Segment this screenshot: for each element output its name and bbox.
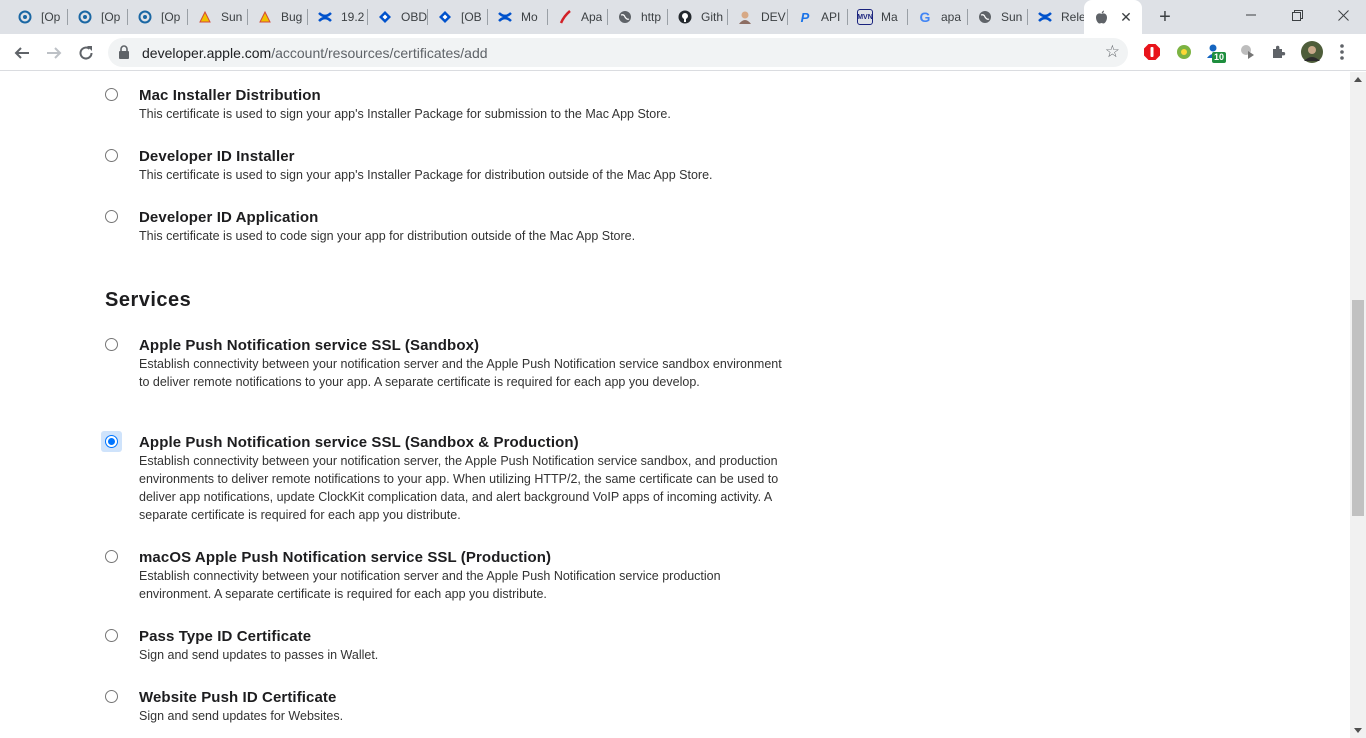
browser-tab[interactable]: Sun xyxy=(968,4,1028,30)
page-scrollbar[interactable] xyxy=(1350,72,1366,738)
option-description: This certificate is used to sign your ap… xyxy=(139,107,671,121)
openproject-icon xyxy=(77,9,93,25)
badge-extension-icon[interactable]: 10 xyxy=(1205,42,1227,63)
certificate-radio[interactable] xyxy=(105,690,118,703)
jenkins-icon xyxy=(197,9,213,25)
forward-arrow-icon[interactable] xyxy=(40,39,68,67)
browser-tab[interactable]: Gapa xyxy=(908,4,968,30)
certificate-radio[interactable] xyxy=(105,210,118,223)
browser-tab[interactable]: [Op xyxy=(128,4,188,30)
browser-tab[interactable]: Mo xyxy=(488,4,548,30)
confluence-icon xyxy=(317,9,333,25)
dev-avatar-icon xyxy=(737,9,753,25)
google-g-icon: G xyxy=(919,9,931,25)
services-heading: Services xyxy=(105,289,192,311)
option-description: This certificate is used to sign your ap… xyxy=(139,168,713,182)
option-title: Apple Push Notification service SSL (San… xyxy=(139,434,579,451)
new-tab-button[interactable]: + xyxy=(1153,6,1177,28)
close-tab-icon[interactable]: ✕ xyxy=(1118,9,1134,25)
browser-tab[interactable]: DEV xyxy=(728,4,788,30)
option-description: Establish connectivity between your noti… xyxy=(139,357,782,389)
browser-tab[interactable]: [Op xyxy=(8,4,68,30)
option-description: Establish connectivity between your noti… xyxy=(139,454,779,522)
option-title: Developer ID Application xyxy=(139,209,319,226)
certificate-radio[interactable] xyxy=(105,338,118,351)
browser-tab[interactable]: Sun xyxy=(188,4,248,30)
scrollbar-thumb[interactable] xyxy=(1352,300,1364,516)
option-description: This certificate is used to code sign yo… xyxy=(139,229,636,243)
postman-p-icon: P xyxy=(800,9,810,25)
option-title: macOS Apple Push Notification service SS… xyxy=(139,549,552,566)
browser-toolbar: developer.apple.com/account/resources/ce… xyxy=(0,34,1366,71)
extension-badge-count: 10 xyxy=(1212,52,1227,63)
apache-feather-icon xyxy=(557,9,573,25)
globe-icon xyxy=(617,9,633,25)
browser-tab[interactable]: [Op xyxy=(68,4,128,30)
globe-icon xyxy=(977,9,993,25)
browser-tab[interactable]: http xyxy=(608,4,668,30)
option-description: Sign and send updates to passes in Walle… xyxy=(139,648,379,662)
confluence-icon xyxy=(497,9,513,25)
browser-tab-strip: [Op [Op [Op Sun Bug 19.2 OBD [OB Mo Apa … xyxy=(0,0,1366,34)
certificate-radio[interactable] xyxy=(105,88,118,101)
option-description: Sign and send updates for Websites. xyxy=(139,709,344,723)
jira-icon xyxy=(437,9,453,25)
browser-tab[interactable]: 19.2 xyxy=(308,4,368,30)
jira-icon xyxy=(377,9,393,25)
option-title: Pass Type ID Certificate xyxy=(139,628,312,645)
browser-tab[interactable]: Gith xyxy=(668,4,728,30)
certificate-radio[interactable] xyxy=(105,550,118,563)
option-title: Website Push ID Certificate xyxy=(139,689,337,706)
close-window-icon[interactable] xyxy=(1320,0,1366,30)
address-bar[interactable]: developer.apple.com/account/resources/ce… xyxy=(108,38,1128,67)
apple-icon xyxy=(1093,9,1109,25)
cast-extension-icon[interactable] xyxy=(1238,42,1258,62)
green-extension-icon[interactable] xyxy=(1174,42,1194,62)
page-content: Mac Installer Distribution This certific… xyxy=(0,72,1350,738)
adblock-extension-icon[interactable] xyxy=(1142,42,1162,62)
back-arrow-icon[interactable] xyxy=(8,39,36,67)
restore-window-icon[interactable] xyxy=(1274,0,1320,30)
browser-tab[interactable]: P API xyxy=(788,4,848,30)
option-description: Establish connectivity between your noti… xyxy=(139,569,721,601)
minimize-window-icon[interactable] xyxy=(1228,0,1274,30)
jenkins-icon xyxy=(257,9,273,25)
browser-tab[interactable]: Rele xyxy=(1028,4,1084,30)
browser-tab[interactable]: MVN Ma xyxy=(848,4,908,30)
openproject-icon xyxy=(17,9,33,25)
certificate-radio[interactable] xyxy=(105,629,118,642)
extensions-puzzle-icon[interactable] xyxy=(1269,42,1289,62)
profile-avatar[interactable] xyxy=(1300,40,1324,64)
github-icon xyxy=(677,9,693,25)
bookmark-star-icon[interactable]: ☆ xyxy=(1105,42,1120,62)
browser-tab-active[interactable]: ✕ xyxy=(1084,0,1142,34)
certificate-radio-checked[interactable] xyxy=(105,435,118,448)
reload-icon[interactable] xyxy=(72,39,100,67)
option-title: Apple Push Notification service SSL (San… xyxy=(139,337,480,354)
option-title: Developer ID Installer xyxy=(139,148,295,165)
browser-tab[interactable]: Apa xyxy=(548,4,608,30)
browser-tab[interactable]: OBD xyxy=(368,4,428,30)
openproject-icon xyxy=(137,9,153,25)
scroll-up-arrow-icon[interactable] xyxy=(1354,77,1362,82)
browser-tab[interactable]: [OB xyxy=(428,4,488,30)
maven-mvn-icon: MVN xyxy=(857,9,873,25)
lock-icon xyxy=(118,45,132,59)
browser-tab[interactable]: Bug xyxy=(248,4,308,30)
url-text: developer.apple.com/account/resources/ce… xyxy=(142,45,488,61)
browser-menu-icon[interactable] xyxy=(1332,42,1352,62)
option-title: Mac Installer Distribution xyxy=(139,87,321,104)
confluence-icon xyxy=(1037,9,1053,25)
certificate-radio[interactable] xyxy=(105,149,118,162)
scroll-down-arrow-icon[interactable] xyxy=(1354,728,1362,733)
